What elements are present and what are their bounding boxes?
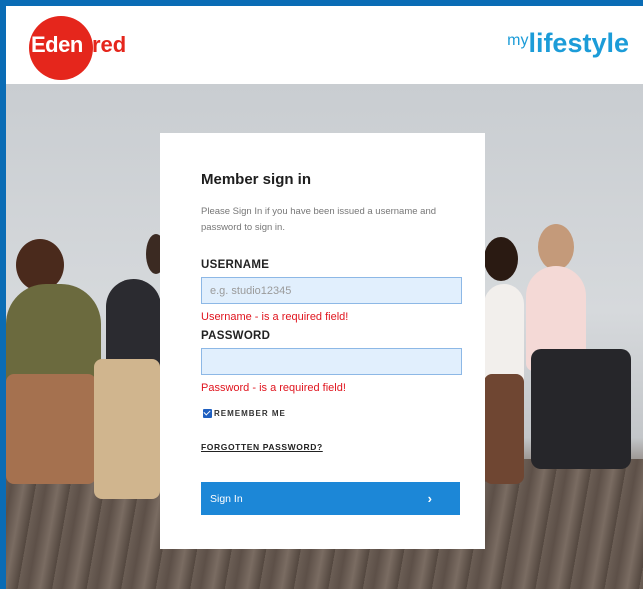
mylifestyle-logo: mylifestyle [507, 28, 629, 59]
username-label: USERNAME [201, 259, 270, 271]
sign-in-button[interactable]: Sign In › [201, 482, 460, 515]
page-title: Member sign in [201, 171, 312, 188]
person-body [531, 349, 631, 469]
chevron-right-icon: › [427, 491, 432, 506]
edenred-logo-text: Eden [31, 32, 83, 57]
person-body [94, 359, 160, 499]
mylifestyle-logo-prefix: my [507, 32, 529, 49]
username-error: Username - is a required field! [201, 311, 349, 323]
password-input[interactable] [201, 348, 462, 375]
person-body [484, 374, 524, 484]
person-head [538, 224, 574, 270]
username-input[interactable] [201, 277, 462, 304]
sign-in-card: Member sign in Please Sign In if you hav… [160, 133, 485, 549]
sign-in-button-label: Sign In [210, 492, 243, 505]
mylifestyle-logo-main: lifestyle [528, 28, 629, 58]
edenred-logo[interactable]: Eden [29, 16, 93, 80]
remember-me-checkbox[interactable] [203, 409, 212, 418]
remember-me-row[interactable]: REMEMBER ME [203, 409, 286, 418]
password-label: PASSWORD [201, 330, 271, 342]
person-body [6, 374, 96, 484]
password-error: Password - is a required field! [201, 382, 346, 394]
remember-me-label[interactable]: REMEMBER ME [214, 409, 286, 418]
site-header: Eden red mylifestyle [6, 6, 643, 84]
forgotten-password-link[interactable]: FORGOTTEN PASSWORD? [201, 442, 323, 452]
edenred-logo-tail: red [92, 32, 127, 57]
person-head [484, 237, 518, 281]
sign-in-description: Please Sign In if you have been issued a… [201, 206, 437, 233]
